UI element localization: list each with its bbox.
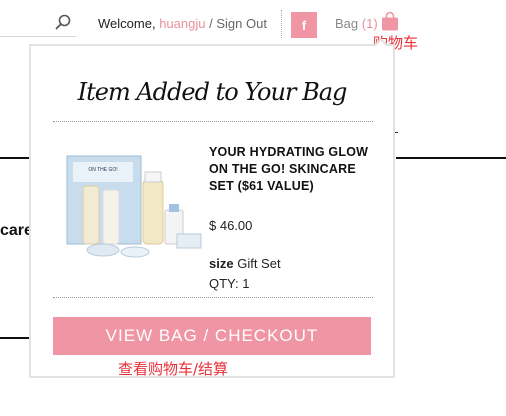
popup-title: Item Added to Your Bag (77, 78, 348, 106)
product-name[interactable]: YOUR HYDRATING GLOW ON THE GO! SKINCARE … (209, 144, 369, 195)
popup-divider (53, 297, 373, 298)
background-divider (0, 157, 30, 159)
bag-label: Bag (335, 16, 359, 31)
welcome-message: Welcome, huangju / Sign Out (98, 16, 267, 31)
search-icon[interactable] (55, 14, 71, 30)
popup-divider (53, 121, 373, 122)
username-link[interactable]: huangju (159, 16, 205, 31)
facebook-button[interactable]: f (291, 12, 317, 38)
popup-pointer-inner (375, 41, 387, 47)
background-mark (395, 132, 398, 133)
shopping-bag-icon[interactable] (381, 11, 399, 31)
header-divider (281, 10, 282, 38)
size-value: Gift Set (237, 256, 281, 271)
bag-count: (1) (361, 16, 378, 31)
size-label: size (209, 256, 234, 271)
qty-label: QTY: (209, 276, 239, 291)
product-size: size Gift Set (209, 256, 281, 271)
welcome-separator: / (209, 16, 213, 31)
qty-value: 1 (242, 276, 250, 291)
background-text: care (0, 222, 30, 239)
product-quantity: QTY: 1 (209, 276, 249, 291)
welcome-prefix: Welcome, (98, 16, 156, 31)
product-image[interactable]: ON THE GO! (65, 150, 205, 262)
background-divider (396, 157, 506, 159)
facebook-icon: f (301, 17, 307, 33)
product-price: $ 46.00 (209, 218, 253, 233)
search-field-underline[interactable] (0, 36, 76, 37)
svg-text:ON THE GO!: ON THE GO! (88, 167, 117, 173)
checkout-annotation: 查看购物车/结算 (118, 360, 229, 378)
bag-link[interactable]: Bag (1) (335, 16, 378, 31)
view-bag-checkout-button[interactable]: VIEW BAG / CHECKOUT (53, 317, 371, 355)
background-divider (0, 337, 30, 339)
sign-out-link[interactable]: Sign Out (216, 16, 267, 31)
bag-added-popup: Item Added to Your Bag ON THE GO! YOUR H… (29, 44, 395, 378)
